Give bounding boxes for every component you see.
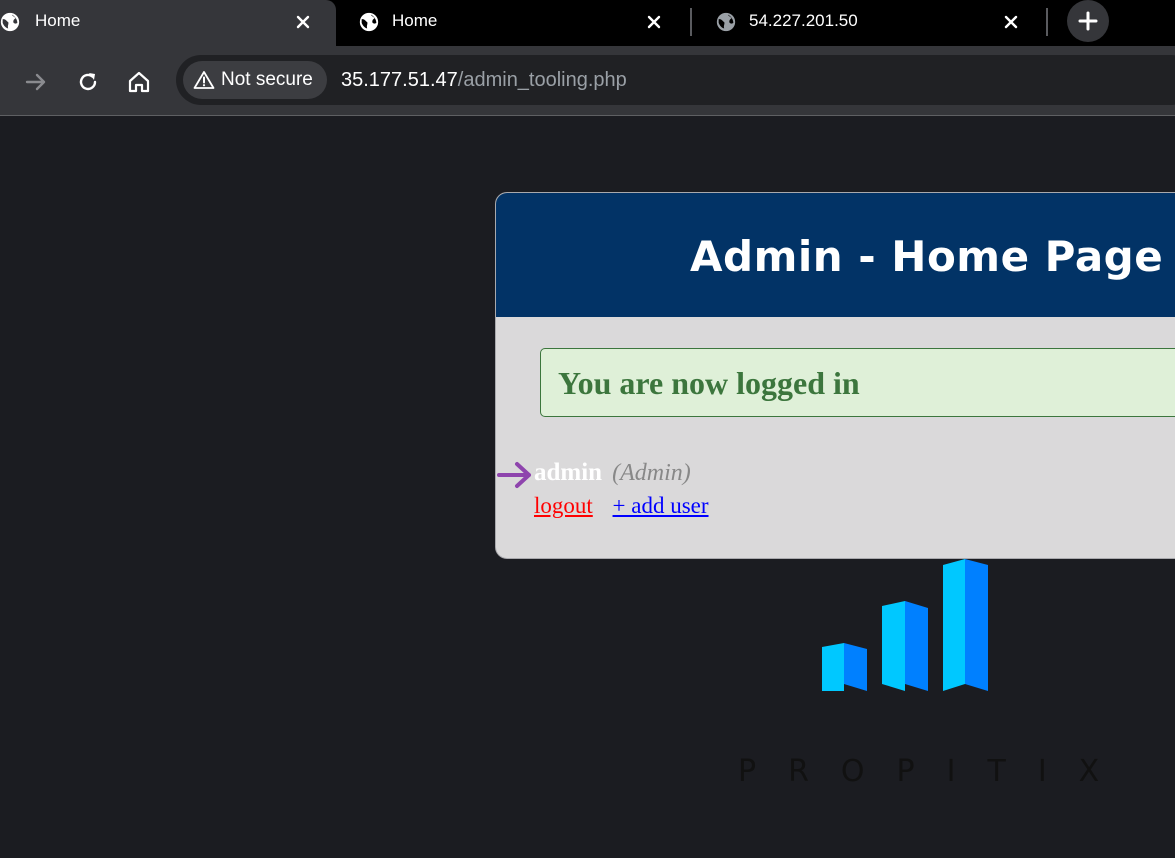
close-icon[interactable] — [644, 12, 664, 32]
url-text[interactable]: 35.177.51.47/admin_tooling.php — [341, 68, 627, 92]
warning-icon — [193, 71, 215, 89]
close-icon[interactable] — [1001, 12, 1021, 32]
tab-title: Home — [35, 11, 81, 30]
home-icon[interactable] — [126, 69, 152, 95]
url-path: /admin_tooling.php — [457, 69, 627, 91]
logo-wordmark: PROPITIX — [738, 754, 1132, 789]
address-bar[interactable]: Not secure 35.177.51.47/admin_tooling.ph… — [176, 55, 1175, 105]
user-type: (Admin) — [612, 460, 691, 486]
forward-arrow-icon[interactable] — [23, 69, 49, 95]
url-host: 35.177.51.47 — [341, 69, 458, 91]
tab-title: 54.227.201.50 — [749, 11, 858, 30]
add-user-link[interactable]: + add user — [613, 493, 709, 518]
globe-icon — [0, 12, 20, 32]
close-icon[interactable] — [293, 12, 313, 32]
admin-card: Admin - Home Page You are now logged in … — [495, 192, 1175, 559]
globe-icon — [359, 12, 379, 32]
success-message: You are now logged in — [558, 365, 860, 401]
security-label: Not secure — [221, 69, 313, 90]
security-indicator[interactable]: Not secure — [183, 61, 327, 99]
user-actions: logout + add user — [534, 492, 709, 520]
reload-icon[interactable] — [75, 69, 101, 95]
tab-home-active[interactable]: Home — [0, 0, 336, 46]
tab-home[interactable]: Home — [346, 0, 686, 46]
new-tab-button[interactable] — [1067, 0, 1109, 42]
plus-icon — [1078, 11, 1098, 31]
logout-link[interactable]: logout — [534, 493, 593, 518]
tab-separator — [1046, 8, 1048, 36]
tab-title: Home — [392, 11, 438, 30]
globe-icon — [716, 12, 736, 32]
tab-ip-address[interactable]: 54.227.201.50 — [703, 0, 1043, 46]
success-alert: You are now logged in — [540, 348, 1175, 417]
username: admin — [534, 459, 603, 486]
card-header: Admin - Home Page — [496, 193, 1175, 317]
arrow-right-icon — [497, 462, 531, 488]
user-info: admin (Admin) — [534, 458, 691, 491]
tab-strip: Home Home 54.227.201.50 — [0, 0, 1175, 46]
browser-toolbar: Not secure 35.177.51.47/admin_tooling.ph… — [0, 46, 1175, 116]
page-title: Admin - Home Page — [690, 232, 1164, 281]
tab-separator — [690, 8, 692, 36]
